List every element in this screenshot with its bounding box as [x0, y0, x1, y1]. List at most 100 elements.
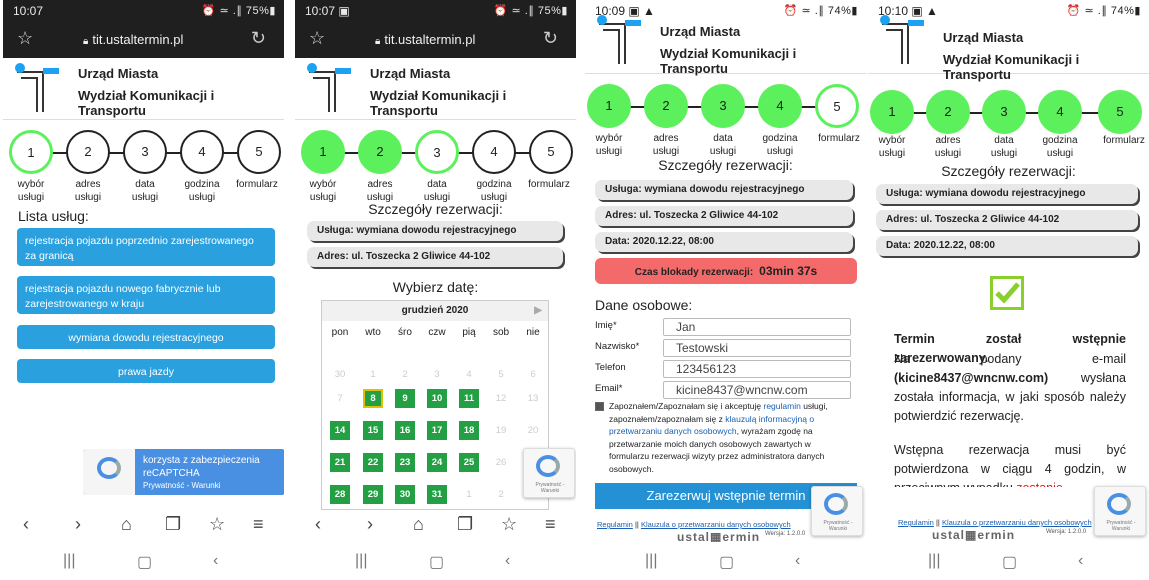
step-3-label: data usługi — [709, 133, 737, 157]
step-3[interactable]: 3 — [415, 130, 459, 174]
calendar-day[interactable]: 17 — [427, 421, 447, 440]
calendar-day[interactable]: 9 — [395, 389, 415, 408]
calendar-day[interactable]: 16 — [395, 421, 415, 440]
system-back-icon[interactable]: ‹ — [505, 552, 510, 570]
calendar-day[interactable]: 21 — [330, 453, 350, 472]
calendar-day[interactable]: 28 — [330, 485, 350, 504]
home-icon[interactable]: ⌂ — [121, 514, 132, 535]
service-button-new-vehicle[interactable]: rejestracja pojazdu nowego fabrycznie lu… — [17, 276, 275, 314]
step-indicator: 1 2 3 4 5 wybór usługi adres usługi data us… — [585, 84, 866, 157]
recaptcha-badge[interactable]: Prywatność - Warunki — [523, 448, 575, 498]
calendar-day[interactable]: 22 — [363, 453, 383, 472]
footer-regulations-link[interactable]: Regulamin — [898, 518, 934, 527]
url-field[interactable]: 🔒︎ tit.ustaltermin.pl — [375, 32, 475, 47]
weekday-label: sob — [492, 327, 510, 338]
lock-timer: Czas blokady rezerwacji: 03min 37s — [595, 258, 857, 284]
service-button-registration-doc[interactable]: wymiana dowodu rejestracyjnego — [17, 325, 275, 349]
app-header: Urząd Miasta Wydział Komunikacji i Trans… — [585, 14, 866, 76]
calendar-day: 12 — [495, 393, 507, 404]
phone-field[interactable]: 123456123 — [663, 360, 851, 378]
recent-apps-icon[interactable]: ||| — [645, 552, 657, 570]
calendar-day[interactable]: 23 — [395, 453, 415, 472]
step-2[interactable]: 2 — [644, 84, 688, 128]
browser-url-bar: ☆ 🔒︎ tit.ustaltermin.pl ↻ — [295, 22, 576, 58]
favorites-icon[interactable]: ☆ — [209, 514, 225, 535]
system-home-icon[interactable]: ▢ — [137, 552, 152, 572]
step-4[interactable]: 4 — [1038, 90, 1082, 134]
reload-icon[interactable]: ↻ — [251, 28, 266, 49]
step-3[interactable]: 3 — [123, 130, 167, 174]
footer-regulations-link[interactable]: Regulamin — [597, 520, 633, 529]
calendar-day: 5 — [498, 369, 504, 380]
calendar-day[interactable]: 15 — [363, 421, 383, 440]
email-field[interactable]: kicine8437@wncnw.com — [663, 381, 851, 399]
tabs-icon[interactable]: ❐ — [165, 514, 181, 535]
step-1[interactable]: 1 — [870, 90, 914, 134]
last-name-field[interactable]: Testowski — [663, 339, 851, 357]
calendar-day[interactable]: 18 — [459, 421, 479, 440]
step-4[interactable]: 4 — [180, 130, 224, 174]
bookmark-star-icon[interactable]: ☆ — [17, 28, 33, 49]
step-5[interactable]: 5 — [529, 130, 573, 174]
step-1[interactable]: 1 — [9, 130, 53, 174]
tabs-icon[interactable]: ❐ — [457, 514, 473, 535]
system-back-icon[interactable]: ‹ — [213, 552, 218, 570]
forward-icon[interactable]: › — [75, 514, 81, 535]
step-5[interactable]: 5 — [1098, 90, 1142, 134]
lock-icon: 🔒︎ — [83, 36, 89, 47]
calendar-day[interactable]: 24 — [427, 453, 447, 472]
home-icon[interactable]: ⌂ — [413, 514, 424, 535]
service-button-driving-licence[interactable]: prawa jazdy — [17, 359, 275, 383]
recent-apps-icon[interactable]: ||| — [928, 552, 940, 570]
first-name-field[interactable]: Jan — [663, 318, 851, 336]
step-1[interactable]: 1 — [587, 84, 631, 128]
calendar-day[interactable]: 29 — [363, 485, 383, 504]
recent-apps-icon[interactable]: ||| — [355, 552, 367, 570]
forward-icon[interactable]: › — [367, 514, 373, 535]
system-home-icon[interactable]: ▢ — [719, 552, 734, 572]
calendar-day[interactable]: 14 — [330, 421, 350, 440]
step-2[interactable]: 2 — [358, 130, 402, 174]
address-info: Adres: ul. Toszecka 2 Gliwice 44-102 — [876, 210, 1138, 230]
system-home-icon[interactable]: ▢ — [1002, 552, 1017, 572]
recent-apps-icon[interactable]: ||| — [63, 552, 75, 570]
back-icon[interactable]: ‹ — [23, 514, 29, 535]
calendar-day[interactable]: 11 — [459, 389, 479, 408]
calendar-day[interactable]: 30 — [395, 485, 415, 504]
favorites-icon[interactable]: ☆ — [501, 514, 517, 535]
step-5[interactable]: 5 — [815, 84, 859, 128]
menu-icon[interactable]: ≡ — [545, 514, 556, 535]
calendar-day: 4 — [466, 369, 472, 380]
step-3[interactable]: 3 — [701, 84, 745, 128]
service-button-import[interactable]: rejestracja pojazdu poprzednio zarejestr… — [17, 228, 275, 266]
recaptcha-text: korzysta z zabezpieczenia — [143, 455, 260, 466]
bookmark-star-icon[interactable]: ☆ — [309, 28, 325, 49]
calendar-day[interactable]: 10 — [427, 389, 447, 408]
menu-icon[interactable]: ≡ — [253, 514, 264, 535]
calendar-day[interactable]: 25 — [459, 453, 479, 472]
step-2[interactable]: 2 — [66, 130, 110, 174]
system-back-icon[interactable]: ‹ — [795, 552, 800, 570]
footer-privacy-link[interactable]: Klauzula o przetwarzaniu danych osobowyc… — [942, 518, 1092, 527]
regulations-link[interactable]: regulamin — [764, 401, 801, 411]
step-3[interactable]: 3 — [982, 90, 1026, 134]
back-icon[interactable]: ‹ — [315, 514, 321, 535]
url-field[interactable]: 🔒︎ tit.ustaltermin.pl — [83, 32, 183, 47]
next-month-icon[interactable]: ▶ — [534, 301, 542, 321]
system-home-icon[interactable]: ▢ — [429, 552, 444, 572]
step-5[interactable]: 5 — [237, 130, 281, 174]
footer-privacy-link[interactable]: Klauzula o przetwarzaniu danych osobowyc… — [641, 520, 791, 529]
system-back-icon[interactable]: ‹ — [1078, 552, 1083, 570]
calendar-day[interactable]: 8 — [363, 389, 383, 408]
step-1[interactable]: 1 — [301, 130, 345, 174]
calendar-day[interactable]: 31 — [427, 485, 447, 504]
recaptcha-terms[interactable]: Prywatność - Warunki — [143, 481, 221, 490]
step-2[interactable]: 2 — [926, 90, 970, 134]
logo-icon — [597, 15, 641, 64]
step-4[interactable]: 4 — [758, 84, 802, 128]
reload-icon[interactable]: ↻ — [543, 28, 558, 49]
recaptcha-badge[interactable]: korzysta z zabezpieczenia reCAPTCHA Pryw… — [83, 449, 284, 495]
step-4[interactable]: 4 — [472, 130, 516, 174]
recaptcha-badge[interactable]: Prywatność - Warunki — [1094, 486, 1146, 536]
consent-checkbox[interactable] — [595, 402, 604, 411]
